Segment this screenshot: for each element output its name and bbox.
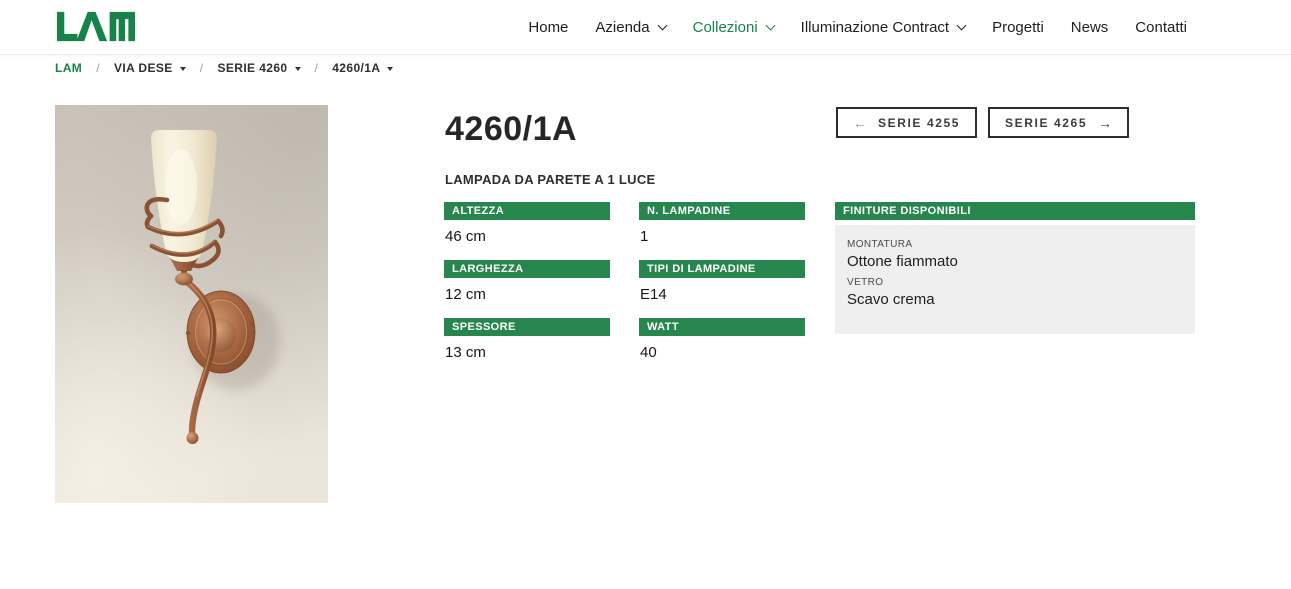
spec-cell-n-lampadine: N. LAMPADINE 1 — [639, 202, 805, 245]
breadcrumb-item-lam[interactable]: LAM — [55, 61, 82, 75]
nav-azienda[interactable]: Azienda — [595, 19, 665, 36]
finishes-body: MONTATURA Ottone fiammato VETRO Scavo cr… — [835, 225, 1195, 334]
finish-label-montatura: MONTATURA — [847, 239, 1183, 250]
stem-end-ball — [187, 432, 199, 444]
nav-label: News — [1071, 19, 1109, 36]
site-header: Home Azienda Collezioni Illuminazione Co… — [0, 0, 1291, 55]
breadcrumb-separator: / — [315, 61, 319, 75]
breadcrumb-label: VIA DESE — [114, 61, 173, 75]
product-code: 4260/1A — [445, 110, 577, 149]
breadcrumb: LAM / VIA DESE / SERIE 4260 / 4260/1A — [55, 57, 393, 79]
nav-news[interactable]: News — [1071, 19, 1109, 36]
product-photo — [55, 105, 328, 503]
arrow-right-icon: → — [1098, 115, 1112, 131]
nav-progetti[interactable]: Progetti — [992, 19, 1044, 36]
spec-value: 1 — [639, 228, 805, 245]
product-description: LAMPADA DA PARETE A 1 LUCE — [445, 172, 656, 187]
breadcrumb-label: 4260/1A — [332, 61, 380, 75]
spec-label: WATT — [639, 318, 805, 336]
spec-cell-watt: WATT 40 — [639, 318, 805, 361]
spec-label: SPESSORE — [444, 318, 610, 336]
nav-label: Illuminazione Contract — [801, 19, 949, 36]
spec-value: 12 cm — [444, 286, 610, 303]
breadcrumb-separator: / — [200, 61, 204, 75]
nav-collezioni[interactable]: Collezioni — [693, 19, 774, 36]
finish-value-montatura: Ottone fiammato — [847, 253, 1183, 270]
breadcrumb-label: SERIE 4260 — [217, 61, 287, 75]
nav-label: Progetti — [992, 19, 1044, 36]
nav-contatti[interactable]: Contatti — [1135, 19, 1187, 36]
spec-label: TIPI DI LAMPADINE — [639, 260, 805, 278]
finish-value-vetro: Scavo crema — [847, 291, 1183, 308]
spec-value: 13 cm — [444, 344, 610, 361]
prev-series-button[interactable]: ← SERIE 4255 — [836, 107, 977, 138]
finish-label-vetro: VETRO — [847, 277, 1183, 288]
series-nav: ← SERIE 4255 SERIE 4265 → — [836, 107, 1129, 138]
chevron-down-icon — [765, 20, 775, 30]
spec-value: 40 — [639, 344, 805, 361]
spec-value: E14 — [639, 286, 805, 303]
arrow-left-icon: ← — [853, 115, 867, 131]
nav-label: Collezioni — [693, 19, 758, 36]
caret-down-icon — [180, 67, 186, 71]
breadcrumb-item-serie-4260[interactable]: SERIE 4260 — [217, 61, 300, 75]
breadcrumb-item-via-dese[interactable]: VIA DESE — [114, 61, 186, 75]
nav-label: Home — [528, 19, 568, 36]
prev-series-label: SERIE 4255 — [878, 116, 960, 130]
spec-label: N. LAMPADINE — [639, 202, 805, 220]
finishes-header: FINITURE DISPONIBILI — [835, 202, 1195, 220]
spec-cell-altezza: ALTEZZA 46 cm — [444, 202, 610, 245]
spec-cell-tipi-lampadine: TIPI DI LAMPADINE E14 — [639, 260, 805, 303]
spec-label: ALTEZZA — [444, 202, 610, 220]
breadcrumb-item-4260-1a[interactable]: 4260/1A — [332, 61, 393, 75]
chevron-down-icon — [657, 20, 667, 30]
spec-cell-spessore: SPESSORE 13 cm — [444, 318, 610, 361]
nav-label: Contatti — [1135, 19, 1187, 36]
caret-down-icon — [387, 67, 393, 71]
nav-home[interactable]: Home — [528, 19, 568, 36]
chevron-down-icon — [957, 20, 967, 30]
nav-label: Azienda — [595, 19, 649, 36]
spec-cell-larghezza: LARGHEZZA 12 cm — [444, 260, 610, 303]
page: Home Azienda Collezioni Illuminazione Co… — [0, 0, 1291, 589]
spec-table: ALTEZZA 46 cm N. LAMPADINE 1 LARGHEZZA 1… — [444, 202, 805, 376]
finishes-panel: FINITURE DISPONIBILI MONTATURA Ottone fi… — [835, 202, 1195, 334]
lam-logo-icon — [55, 11, 135, 42]
spec-value: 46 cm — [444, 228, 610, 245]
brand-logo[interactable] — [55, 11, 135, 47]
wall-lamp-image — [55, 105, 328, 503]
breadcrumb-separator: / — [96, 61, 100, 75]
caret-down-icon — [295, 67, 301, 71]
spec-label: LARGHEZZA — [444, 260, 610, 278]
next-series-label: SERIE 4265 — [1005, 116, 1087, 130]
main-nav: Home Azienda Collezioni Illuminazione Co… — [528, 0, 1187, 55]
next-series-button[interactable]: SERIE 4265 → — [988, 107, 1129, 138]
nav-illuminazione-contract[interactable]: Illuminazione Contract — [801, 19, 965, 36]
